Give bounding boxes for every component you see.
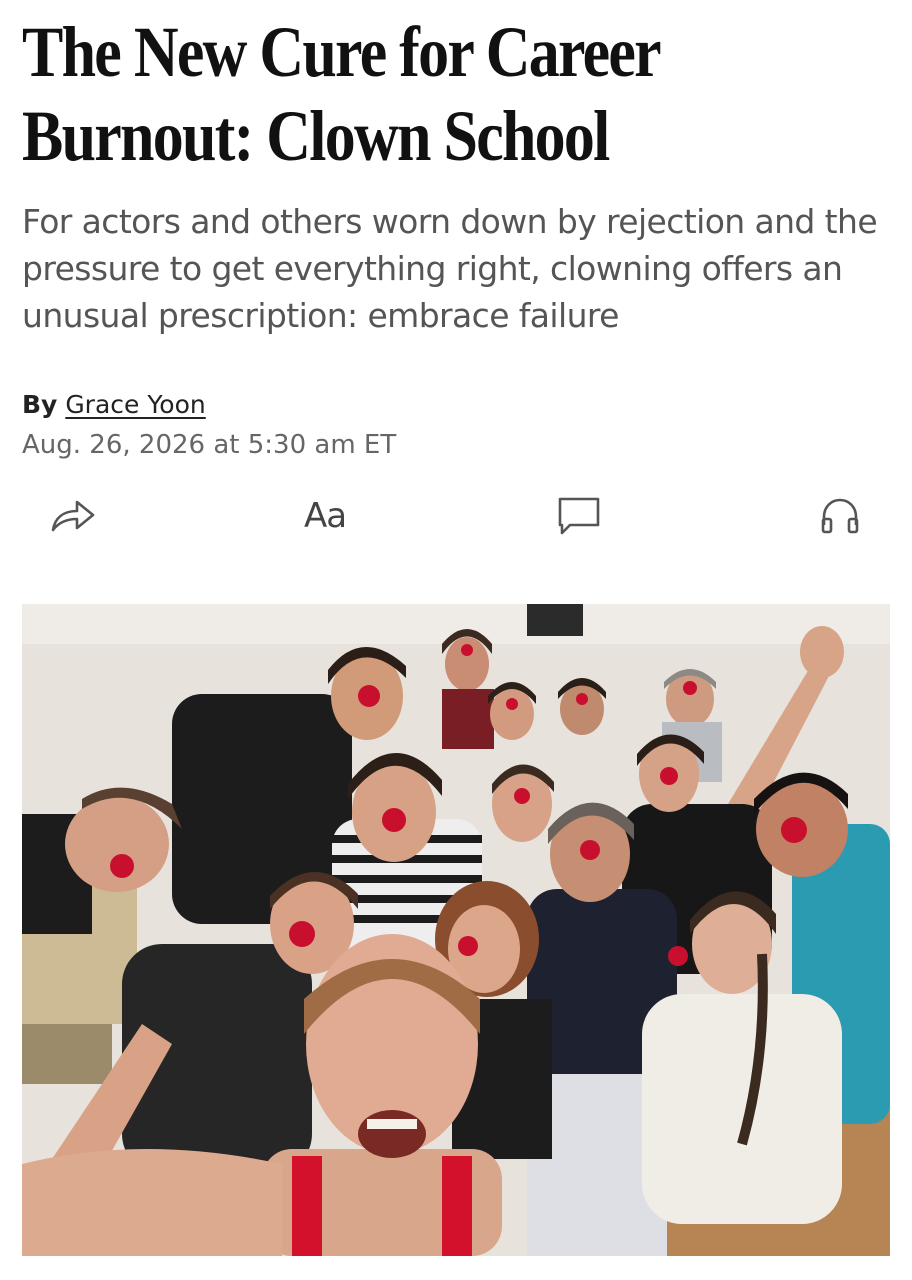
comment-icon: [558, 497, 600, 535]
headphones-icon: [821, 498, 859, 534]
listen-button[interactable]: [814, 490, 866, 542]
publish-timestamp: Aug. 26, 2026 at 5:30 am ET: [22, 430, 397, 460]
byline: By Grace Yoon: [22, 388, 206, 422]
headline: The New Cure for Career Burnout: Clown S…: [22, 12, 661, 176]
author-link[interactable]: Grace Yoon: [65, 390, 205, 419]
comments-button[interactable]: [552, 490, 606, 542]
group-selfie-illustration: [22, 604, 890, 1256]
text-size-button[interactable]: Aa: [296, 490, 354, 542]
share-button[interactable]: [46, 490, 100, 542]
article-dek: For actors and others worn down by rejec…: [22, 202, 878, 335]
text-size-icon: Aa: [303, 496, 347, 536]
share-icon: [51, 500, 95, 532]
byline-prefix: By: [22, 390, 58, 419]
hero-photo[interactable]: [22, 604, 890, 1256]
